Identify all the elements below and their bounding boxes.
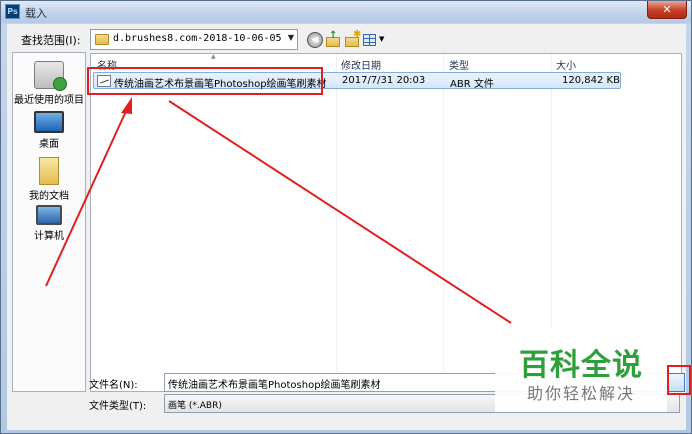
watermark: 百科全说 助你轻松解决 [495,328,667,412]
arrow-head-left [121,97,132,114]
load-dialog: Ps 载入 ✕ 查找范围(I): d.brushes8.com-2018-10-… [0,0,692,434]
watermark-subtitle: 助你轻松解决 [526,384,635,403]
arrow-line-left [45,108,128,287]
arrow-line-diagonal [168,100,512,324]
watermark-title: 百科全说 [519,348,643,383]
